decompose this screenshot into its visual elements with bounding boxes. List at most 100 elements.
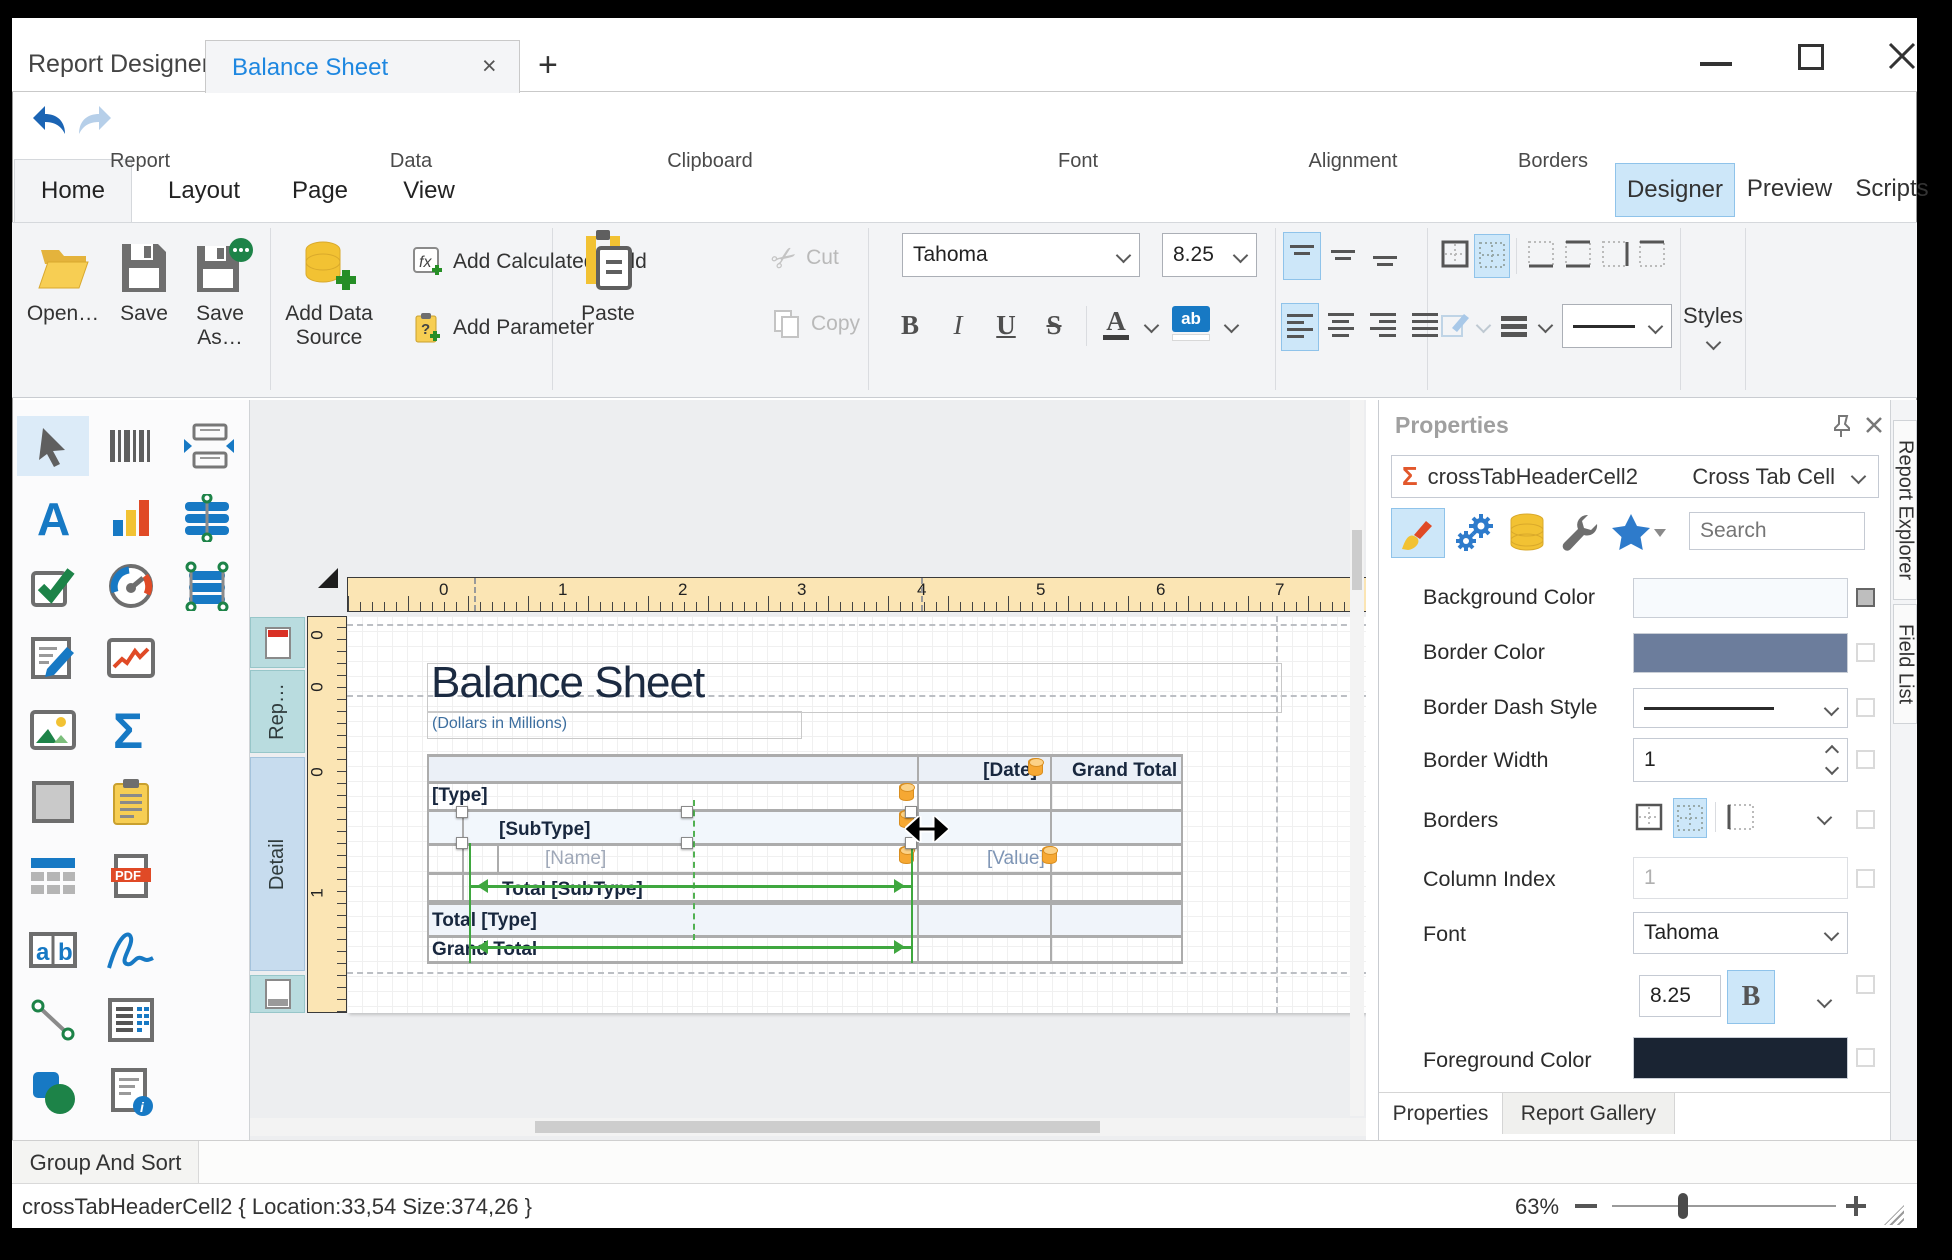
- title-label-control[interactable]: Balance Sheet: [427, 663, 1282, 713]
- border-none-button[interactable]: [1474, 234, 1510, 278]
- align-right-button[interactable]: [1365, 303, 1401, 349]
- prop-border-dash-style-combo[interactable]: [1633, 688, 1848, 728]
- tool-rich-text[interactable]: [17, 628, 89, 688]
- prop-modified-marker[interactable]: [1856, 869, 1875, 888]
- selection-handle[interactable]: [681, 837, 693, 849]
- prop-background-color-swatch[interactable]: [1633, 578, 1848, 618]
- crosstab-row-name[interactable]: [Name]: [545, 848, 606, 870]
- zoom-slider-thumb[interactable]: [1678, 1193, 1688, 1219]
- tool-page-info[interactable]: i: [95, 1062, 167, 1122]
- close-tab-icon[interactable]: ×: [482, 52, 497, 81]
- crosstab-header-row[interactable]: [427, 757, 1183, 781]
- tool-line[interactable]: [17, 990, 89, 1050]
- tool-sigma[interactable]: Σ: [95, 700, 167, 760]
- tool-pivot-grid[interactable]: [172, 488, 244, 548]
- save-as-icon[interactable]: [193, 238, 255, 296]
- border-all-button[interactable]: [1438, 234, 1472, 276]
- prop-modified-marker[interactable]: [1856, 750, 1875, 769]
- border-line-style-combo[interactable]: [1562, 304, 1672, 348]
- align-bottom-button[interactable]: [1367, 232, 1403, 278]
- band-report-header[interactable]: Rep…: [250, 670, 305, 753]
- props-tab-favorites[interactable]: [1609, 508, 1667, 556]
- prop-modified-marker[interactable]: [1856, 698, 1875, 717]
- cut-button[interactable]: ✂ Cut: [772, 240, 839, 276]
- crosstab-total-type[interactable]: Total [Type]: [432, 910, 537, 932]
- bottom-tab-properties[interactable]: Properties: [1379, 1093, 1503, 1134]
- bold-button[interactable]: B: [890, 304, 930, 346]
- crosstab-row-value[interactable]: [Value]: [987, 848, 1045, 870]
- pin-icon[interactable]: [1829, 414, 1853, 438]
- props-tab-data[interactable]: [1503, 508, 1551, 556]
- bottom-tab-report-gallery[interactable]: Report Gallery: [1503, 1093, 1675, 1134]
- zoom-slider-track[interactable]: [1612, 1205, 1836, 1207]
- add-data-source-button[interactable]: Add Data Source: [284, 302, 374, 350]
- prop-modified-marker[interactable]: [1856, 643, 1875, 662]
- border-right-button[interactable]: [1598, 234, 1632, 276]
- underline-button[interactable]: U: [986, 304, 1026, 346]
- save-button[interactable]: Save: [110, 302, 178, 326]
- band-bottom-margin-icon-box[interactable]: [250, 975, 305, 1013]
- tool-signature[interactable]: [95, 920, 167, 980]
- canvas-vscrollbar[interactable]: [1350, 400, 1364, 1116]
- tool-clipboard[interactable]: [95, 772, 167, 832]
- italic-button[interactable]: I: [938, 304, 978, 346]
- align-top-button[interactable]: [1283, 232, 1321, 280]
- band-report-header-icon-box[interactable]: [250, 617, 305, 668]
- tool-label[interactable]: A: [17, 488, 89, 548]
- group-and-sort-tab[interactable]: Group And Sort: [13, 1141, 199, 1184]
- tool-panel[interactable]: [17, 772, 89, 832]
- crosstab-row-subtype[interactable]: [SubType]: [499, 819, 590, 841]
- highlight-button[interactable]: ab: [1172, 306, 1212, 344]
- props-tab-behavior[interactable]: [1449, 508, 1501, 556]
- prop-border-left-button[interactable]: [1725, 798, 1757, 836]
- tool-gauge[interactable]: [95, 556, 167, 616]
- spinner-buttons[interactable]: [1827, 747, 1837, 773]
- prop-border-width-spinner[interactable]: 1: [1633, 738, 1848, 782]
- prop-border-all-button[interactable]: [1633, 798, 1665, 836]
- new-tab-icon[interactable]: +: [538, 46, 558, 85]
- tool-shapes[interactable]: [17, 1062, 89, 1122]
- open-icon[interactable]: [36, 240, 90, 296]
- paste-button[interactable]: Paste: [572, 302, 644, 326]
- border-top-bottom-button[interactable]: [1561, 234, 1595, 276]
- mode-scripts[interactable]: Scripts: [1847, 163, 1937, 215]
- tool-data-table[interactable]: [17, 846, 89, 906]
- tool-cross-band[interactable]: [172, 416, 244, 476]
- tool-pdf-content[interactable]: PDF: [95, 846, 167, 906]
- open-button[interactable]: Open…: [26, 302, 100, 326]
- font-family-combo[interactable]: Tahoma: [902, 233, 1140, 277]
- tool-chart[interactable]: [95, 488, 167, 548]
- side-tab-field-list[interactable]: Field List: [1893, 604, 1917, 724]
- prop-border-color-swatch[interactable]: [1633, 633, 1848, 673]
- minimize-icon[interactable]: [1700, 62, 1732, 66]
- chevron-down-icon[interactable]: [1817, 993, 1833, 1009]
- paste-icon[interactable]: [580, 228, 636, 292]
- prop-modified-marker[interactable]: [1856, 810, 1875, 829]
- prop-modified-marker[interactable]: [1856, 1048, 1875, 1067]
- crosstab-header-grand-total[interactable]: Grand Total: [1072, 760, 1177, 782]
- font-color-button[interactable]: A: [1096, 302, 1136, 344]
- tool-picture[interactable]: [17, 700, 89, 760]
- add-parameter-button[interactable]: ? Add Parameter: [412, 310, 594, 346]
- undo-icon[interactable]: [30, 104, 66, 138]
- band-separator[interactable]: [347, 972, 1366, 974]
- props-tab-appearance[interactable]: [1391, 508, 1445, 558]
- band-detail[interactable]: Detail: [250, 757, 305, 971]
- search-input[interactable]: [1689, 512, 1865, 550]
- zoom-in-icon[interactable]: [1844, 1194, 1868, 1218]
- prop-font-family-combo[interactable]: Tahoma: [1633, 912, 1848, 954]
- props-tab-layout[interactable]: [1555, 508, 1605, 556]
- prop-modified-marker[interactable]: [1856, 975, 1875, 994]
- tool-checkbox[interactable]: [17, 556, 89, 616]
- prop-font-size-field[interactable]: 8.25: [1639, 975, 1721, 1017]
- mode-preview[interactable]: Preview: [1742, 163, 1837, 215]
- save-as-button[interactable]: Save As…: [186, 302, 254, 350]
- save-icon[interactable]: [118, 240, 170, 296]
- tool-pointer[interactable]: [17, 416, 89, 476]
- crosstab-total-subtype[interactable]: Total [SubType]: [502, 879, 643, 901]
- spinner-up-icon[interactable]: [1825, 745, 1839, 759]
- align-center-button[interactable]: [1323, 303, 1359, 349]
- crosstab-total-type-row[interactable]: [427, 905, 1183, 935]
- prop-modified-marker[interactable]: [1856, 588, 1875, 607]
- border-top-button[interactable]: [1635, 234, 1669, 276]
